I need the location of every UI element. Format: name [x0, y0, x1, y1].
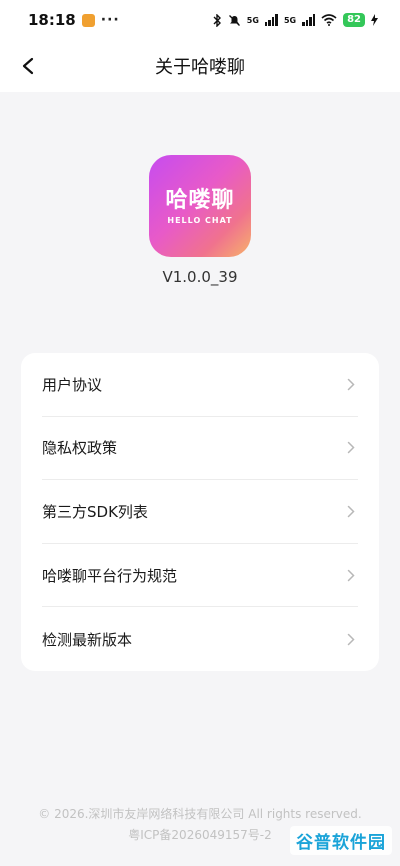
footer-copyright: © 2026.深圳市友岸网络科技有限公司 All rights reserved… [38, 807, 362, 821]
chevron-right-icon [344, 568, 358, 582]
app-version: V1.0.0_39 [162, 268, 238, 286]
logo-text-en: HELLO CHAT [167, 215, 233, 225]
menu-card: 用户协议 隐私权政策 第三方SDK列表 哈喽聊平台行为规范 检测最新版本 [21, 353, 379, 671]
menu-item-label: 用户协议 [42, 375, 103, 394]
chevron-left-icon [22, 57, 34, 75]
app-logo: 哈喽聊 HELLO CHAT [149, 155, 251, 257]
status-bar: 18:18 ··· 5G 5G 82 [0, 0, 400, 40]
bluetooth-icon [213, 13, 221, 27]
page-title: 关于哈喽聊 [155, 57, 245, 78]
menu-item-label: 第三方SDK列表 [42, 502, 148, 521]
back-button[interactable] [12, 50, 44, 82]
network-type-a: 5G [246, 15, 259, 25]
charging-icon [371, 14, 378, 26]
signal-icon-2 [302, 14, 316, 26]
signal-icon [264, 14, 278, 26]
network-type-b: 5G [283, 15, 297, 25]
chevron-right-icon [344, 441, 358, 455]
menu-item-label: 哈喽聊平台行为规范 [42, 566, 178, 585]
status-left: 18:18 ··· [28, 11, 120, 29]
chevron-right-icon [344, 504, 358, 518]
menu-item-user-agreement[interactable]: 用户协议 [42, 353, 358, 417]
menu-item-label: 隐私权政策 [42, 439, 118, 458]
wifi-icon [321, 14, 337, 26]
more-notifications-icon: ··· [100, 12, 120, 28]
app-notification-icon [81, 13, 95, 27]
chevron-right-icon [344, 632, 358, 646]
menu-item-platform-rules[interactable]: 哈喽聊平台行为规范 [42, 544, 358, 608]
status-right: 5G 5G 82 [212, 13, 378, 27]
menu-item-check-update[interactable]: 检测最新版本 [42, 607, 358, 671]
mute-icon [228, 14, 240, 26]
menu-item-third-party-sdk[interactable]: 第三方SDK列表 [42, 480, 358, 544]
battery-level: 82 [343, 13, 365, 27]
site-watermark: 谷普软件园 [290, 826, 392, 855]
chevron-right-icon [344, 377, 358, 391]
menu-item-label: 检测最新版本 [42, 630, 133, 649]
logo-text-cn: 哈喽聊 [165, 187, 235, 213]
menu-item-privacy-policy[interactable]: 隐私权政策 [42, 417, 358, 481]
nav-bar: 关于哈喽聊 [0, 40, 400, 92]
status-time: 18:18 [28, 11, 76, 29]
